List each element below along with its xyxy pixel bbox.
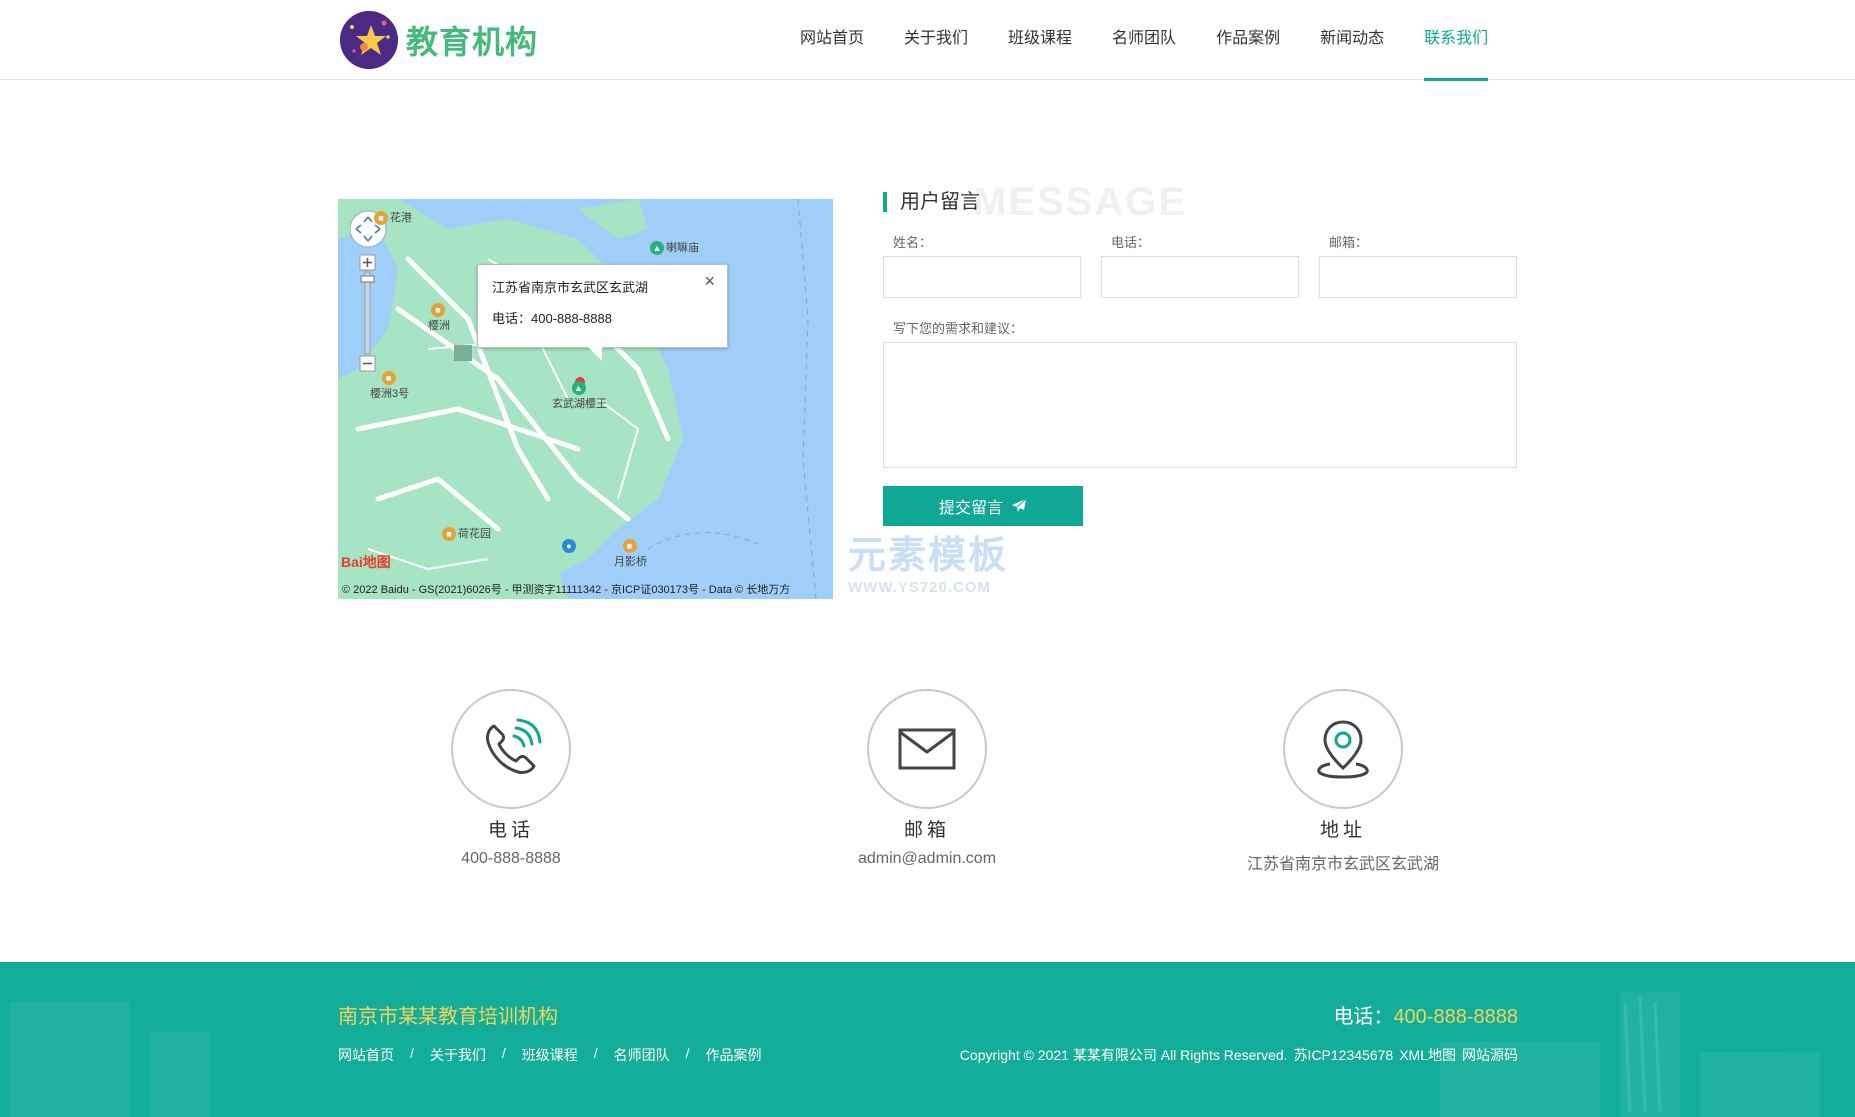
email-input[interactable] (1319, 256, 1517, 298)
message-textarea[interactable] (883, 342, 1517, 468)
nav-teachers[interactable]: 名师团队 (1092, 0, 1196, 80)
contact-email-title: 邮箱 (903, 820, 950, 841)
footer-phone: 电话：400-888-8888 (1333, 1000, 1518, 1029)
nav-about[interactable]: 关于我们 (884, 0, 988, 80)
nav-courses[interactable]: 班级课程 (988, 0, 1092, 80)
footer-link-about[interactable]: 关于我们 (430, 1045, 486, 1065)
contact-email-value: admin@admin.com (857, 850, 997, 867)
contact-phone-title: 电话 (487, 820, 534, 841)
footer-phone-label: 电话： (1333, 1006, 1394, 1028)
footer-company-name: 南京市某某教育培训机构 (338, 1006, 558, 1028)
poi-toilet[interactable]: ● (562, 539, 578, 553)
poi-yingzhou[interactable]: ■ 樱洲 (428, 303, 450, 333)
form-title-background: MESSAGE (973, 180, 1188, 224)
poi-icon: ▲ (571, 381, 586, 395)
popup-address: 江苏省南京市玄武区玄武湖 (492, 280, 649, 295)
watermark: 元素模板 WWW.YS720.COM (848, 524, 1008, 596)
form-title: 用户留言 (883, 192, 980, 212)
phone-input[interactable] (1101, 256, 1299, 298)
contact-address-title: 地址 (1319, 820, 1366, 841)
map-zoom-control[interactable] (349, 209, 390, 394)
nav-news[interactable]: 新闻动态 (1300, 0, 1404, 80)
footer-links: 网站首页 / 关于我们 / 班级课程 / 名师团队 / 作品案例 (338, 1045, 762, 1065)
map-copyright: © 2022 Baidu - GS(2021)6026号 - 甲测资字11111… (342, 584, 791, 596)
form-header: MESSAGE 用户留言 (883, 180, 1517, 224)
contact-card-address: 地址 江苏省南京市玄武区玄武湖 (1193, 689, 1493, 874)
submit-button-label: 提交留言 (938, 500, 1003, 517)
phone-icon (451, 689, 571, 809)
poi-yueyingqiao[interactable]: ■ 月影桥 (614, 539, 647, 569)
poi-icon: ▲ (650, 241, 664, 256)
footer-link-separator: / (685, 1045, 690, 1061)
footer-decoration (10, 992, 1820, 1117)
logo-text: 教育机构 (406, 23, 539, 61)
contact-card-email: 邮箱 admin@admin.com (777, 689, 1077, 868)
site-header: 教育机构 网站首页 关于我们 班级课程 名师团队 作品案例 新闻动态 联系我们 (0, 0, 1855, 81)
footer-link-works[interactable]: 作品案例 (706, 1045, 762, 1065)
location-icon (1283, 689, 1403, 809)
phone-label: 电话： (1111, 235, 1151, 250)
contact-phone-value: 400-888-8888 (461, 850, 561, 867)
poi-icon: ■ (374, 211, 388, 226)
message-form: MESSAGE 用户留言 姓名： 电话： 邮箱： 写下您的需求和建议： 提交留言 (883, 180, 1517, 526)
footer-link-courses[interactable]: 班级课程 (522, 1045, 578, 1065)
contact-card-phone: 电话 400-888-8888 (361, 689, 661, 868)
poi-icon: ■ (442, 527, 456, 542)
name-field-group: 姓名： (883, 230, 1081, 298)
footer-copyright: Copyright © 2021 某某有限公司 All Rights Reser… (959, 1047, 1288, 1063)
name-label: 姓名： (893, 235, 933, 250)
poi-hehuayuan[interactable]: ■ 荷花园 (442, 525, 491, 542)
nav-contact[interactable]: 联系我们 (1404, 0, 1508, 81)
contact-address-value: 江苏省南京市玄武区玄武湖 (1246, 856, 1439, 873)
nav-home[interactable]: 网站首页 (780, 0, 884, 80)
poi-icon: ■ (381, 371, 396, 385)
map-info-window: 江苏省南京市玄武区玄武湖 电话：400-888-8888 × (477, 264, 728, 361)
footer-icp-link[interactable]: 苏ICP12345678 (1294, 1047, 1394, 1063)
footer-link-separator: / (593, 1045, 598, 1061)
mail-icon (867, 689, 987, 809)
email-field-group: 邮箱： (1319, 230, 1517, 298)
watermark-cn: 元素模板 (848, 535, 1009, 577)
site-footer: 南京市某某教育培训机构 电话：400-888-8888 网站首页 / 关于我们 … (0, 962, 1855, 1117)
poi-huagang[interactable]: ■ 花港 (374, 209, 412, 226)
poi-yingzhou-3[interactable]: ■ 樱洲3号 (370, 371, 409, 401)
name-input[interactable] (883, 256, 1081, 298)
poi-icon: ■ (622, 539, 637, 553)
watermark-en: WWW.YS720.COM (848, 579, 992, 596)
footer-link-home[interactable]: 网站首页 (338, 1045, 394, 1065)
poi-xuanwuhu-yingwang[interactable]: ▲ 玄武湖樱王 (552, 381, 607, 411)
site-logo[interactable]: 教育机构 (340, 10, 538, 70)
baidu-map-logo[interactable]: Bai地图 (341, 552, 391, 572)
form-fields-row: 姓名： 电话： 邮箱： (883, 230, 1517, 298)
footer-xml-map-link[interactable]: XML地图 (1399, 1047, 1456, 1063)
submit-message-button[interactable]: 提交留言 (883, 486, 1083, 526)
close-icon[interactable]: × (704, 271, 715, 292)
poi-lamamiao[interactable]: ▲ 喇嘛庙 (650, 239, 699, 256)
toilet-icon: ● (562, 539, 576, 553)
footer-link-separator: / (410, 1045, 414, 1061)
popup-phone: 电话：400-888-8888 (492, 311, 612, 326)
paper-plane-icon (1012, 498, 1027, 512)
phone-field-group: 电话： (1101, 230, 1299, 298)
main-nav: 网站首页 关于我们 班级课程 名师团队 作品案例 新闻动态 联系我们 (780, 0, 1508, 81)
footer-copyright-bar: Copyright © 2021 某某有限公司 All Rights Reser… (960, 1045, 1518, 1065)
footer-phone-number[interactable]: 400-888-8888 (1393, 1006, 1518, 1028)
footer-link-teachers[interactable]: 名师团队 (614, 1045, 670, 1065)
poi-icon: ■ (431, 303, 445, 317)
nav-works[interactable]: 作品案例 (1196, 0, 1300, 80)
baidu-map[interactable]: ■ 花港 ▲ 喇嘛庙 ■ 樱洲 ■ 樱洲3号 ▲ 玄武湖樱王 ■ 荷花园 ● ■ 月影桥 江苏… (338, 199, 833, 599)
message-label: 写下您的需求和建议： (893, 321, 1024, 336)
footer-source-link[interactable]: 网站源码 (1462, 1047, 1518, 1063)
footer-link-separator: / (501, 1045, 506, 1061)
logo-star-icon (340, 11, 398, 69)
email-label: 邮箱： (1329, 235, 1369, 250)
